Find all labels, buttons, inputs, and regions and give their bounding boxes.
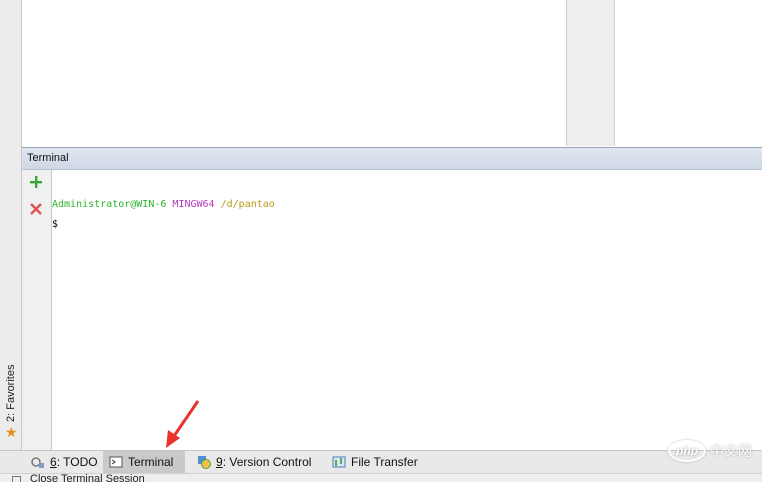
terminal-title: Terminal [27,152,69,164]
status-toggle-icon[interactable] [12,476,21,482]
terminal-toolbar [22,170,52,450]
prompt-symbol: $ [52,219,59,230]
editor-gutter [567,0,615,146]
left-tool-strip: 2: Favorites ★ [0,0,22,450]
prompt-path: /d/pantao [220,199,275,210]
favorites-tool-button[interactable]: 2: Favorites [3,352,19,422]
right-panel [615,0,762,146]
terminal-icon [109,456,123,468]
version-control-icon [198,456,211,469]
watermark-logo: php [668,440,706,462]
plus-icon[interactable] [29,175,43,189]
editor-area[interactable] [22,0,567,146]
watermark: php 中文网 [668,440,752,462]
close-icon[interactable] [29,202,43,216]
tab-version-control-label: 9: Version Control [216,455,312,469]
tab-file-transfer[interactable]: File Transfer [326,451,424,473]
annotation-arrow-icon [166,400,200,448]
todo-icon [31,457,44,468]
terminal-output[interactable]: Administrator@WIN-6 MINGW64 /d/pantao $ [52,170,762,450]
star-icon: ★ [5,424,18,440]
tab-terminal-label: Terminal [128,455,174,469]
prompt-system: MINGW64 [172,199,215,210]
watermark-text: 中文网 [710,443,752,459]
file-transfer-icon [332,456,346,468]
tab-file-transfer-label: File Transfer [351,455,418,469]
bottom-tool-bar: 6: TODO Terminal 9: Version Control File… [0,450,762,473]
tab-todo[interactable]: 6: TODO [25,451,104,473]
tab-terminal[interactable]: Terminal [103,451,185,473]
favorites-label: 2: Favorites [5,364,17,422]
status-text: Close Terminal Session [30,473,145,482]
prompt-line: Administrator@WIN-6 MINGW64 /d/pantao [52,199,275,210]
tab-version-control[interactable]: 9: Version Control [191,451,317,473]
status-bar: Close Terminal Session [0,473,762,482]
terminal-header: Terminal [22,147,762,170]
prompt-user-host: Administrator@WIN-6 [52,199,167,210]
tab-todo-label: 6: TODO [50,455,98,469]
